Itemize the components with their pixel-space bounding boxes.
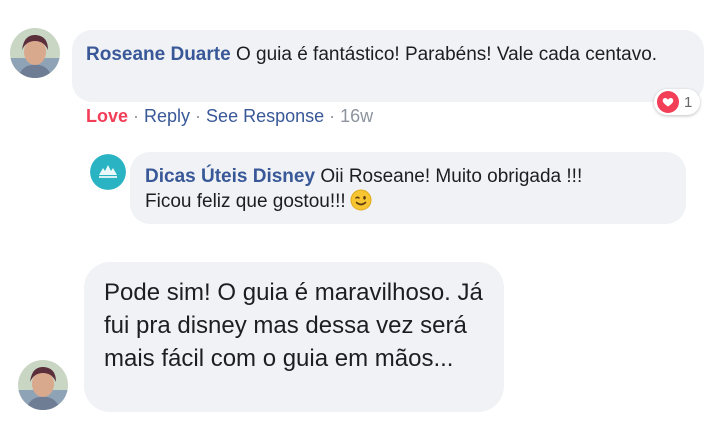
comment-text: O guia é fantástico! Parabéns! Vale cada… bbox=[235, 44, 658, 65]
separator: · bbox=[195, 106, 202, 126]
avatar-roseane[interactable] bbox=[10, 28, 60, 78]
avatar-roseane-2[interactable] bbox=[18, 360, 68, 410]
timestamp[interactable]: 16w bbox=[340, 106, 373, 126]
reaction-count-text: 1 bbox=[684, 93, 693, 111]
reply-text-line2: Ficou feliz que gostou!!! bbox=[145, 191, 346, 212]
comment-text-large: Pode sim! O guia é maravilhoso. Já fui p… bbox=[104, 279, 483, 372]
reply-button[interactable]: Reply bbox=[144, 106, 190, 126]
separator: · bbox=[133, 106, 140, 126]
comment-bubble-large: Pode sim! O guia é maravilhoso. Já fui p… bbox=[84, 262, 504, 412]
comment-author[interactable]: Roseane Duarte bbox=[86, 44, 231, 65]
comment-bubble-roseane: Roseane Duarte O guia é fantástico! Para… bbox=[72, 30, 704, 102]
reply-bubble-dicas: Dicas Úteis Disney Oii Roseane! Muito ob… bbox=[130, 152, 686, 224]
winking-face-icon bbox=[350, 189, 372, 211]
see-response-link[interactable]: See Response bbox=[206, 106, 324, 126]
reply-text-line1: Oii Roseane! Muito obrigada !!! bbox=[320, 166, 583, 187]
avatar-dicas-uteis-disney[interactable] bbox=[90, 154, 126, 190]
love-button[interactable]: Love bbox=[86, 106, 128, 126]
separator: · bbox=[329, 106, 336, 126]
reaction-count[interactable]: 1 bbox=[654, 89, 701, 115]
heart-icon bbox=[657, 91, 679, 113]
comment-actions: Love · Reply · See Response · 16w bbox=[86, 106, 373, 127]
reply-author[interactable]: Dicas Úteis Disney bbox=[145, 166, 315, 187]
